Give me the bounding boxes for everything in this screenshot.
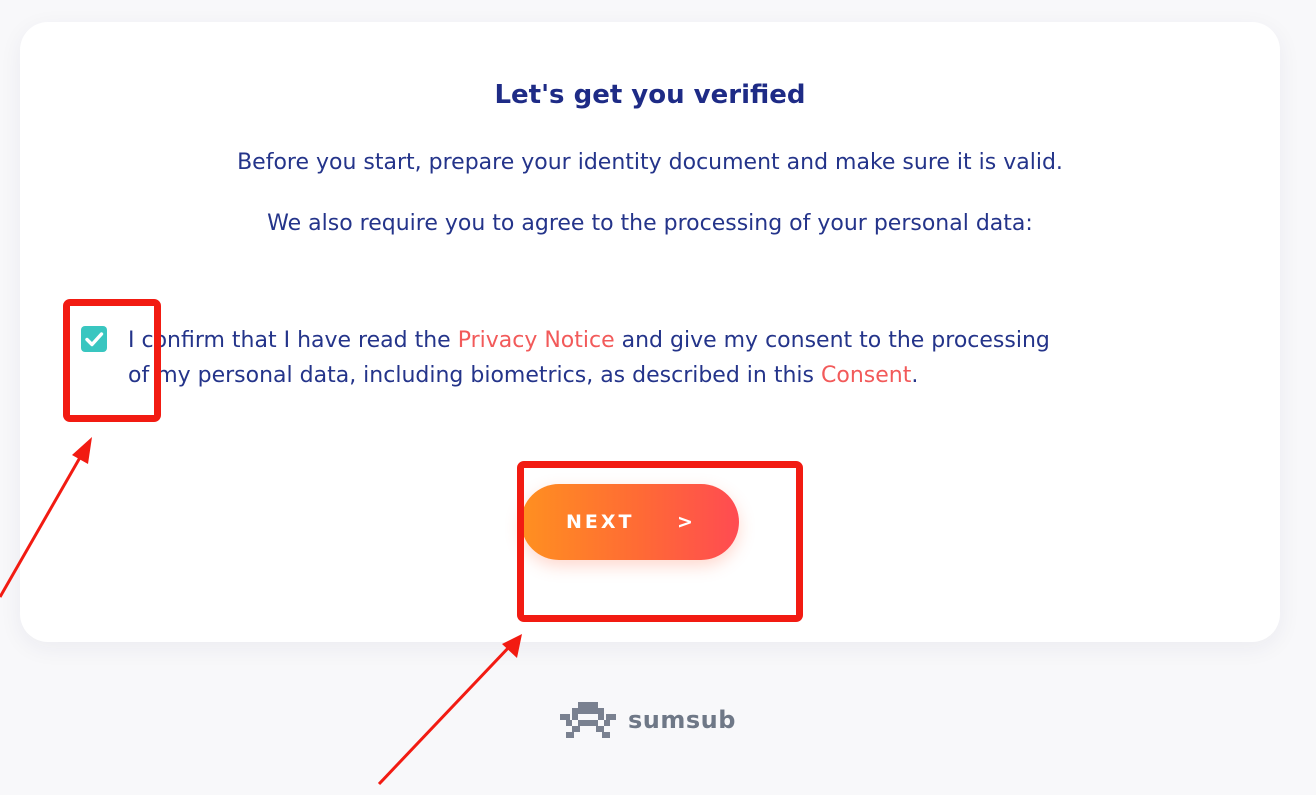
check-icon <box>85 332 104 347</box>
chevron-right-icon: > <box>677 511 696 533</box>
consent-text-part-3: . <box>911 362 919 388</box>
consent-requirement-text: We also require you to agree to the proc… <box>267 211 1033 236</box>
brand-name: sumsub <box>628 706 736 734</box>
prepare-document-text: Before you start, prepare your identity … <box>237 150 1063 175</box>
sumsub-branding: sumsub <box>558 700 736 740</box>
consent-link[interactable]: Consent <box>821 363 911 388</box>
consent-statement: I confirm that I have read the Privacy N… <box>128 324 1078 393</box>
arrow-to-next-button <box>377 634 522 786</box>
consent-checkbox[interactable] <box>81 326 107 352</box>
consent-text-part-1: I confirm that I have read the <box>128 328 458 353</box>
page-title: Let's get you verified <box>494 80 806 110</box>
next-button[interactable]: NEXT > <box>521 484 739 560</box>
sumsub-logo-icon <box>560 702 616 738</box>
privacy-notice-link[interactable]: Privacy Notice <box>458 328 615 353</box>
next-button-label: NEXT <box>566 511 635 533</box>
